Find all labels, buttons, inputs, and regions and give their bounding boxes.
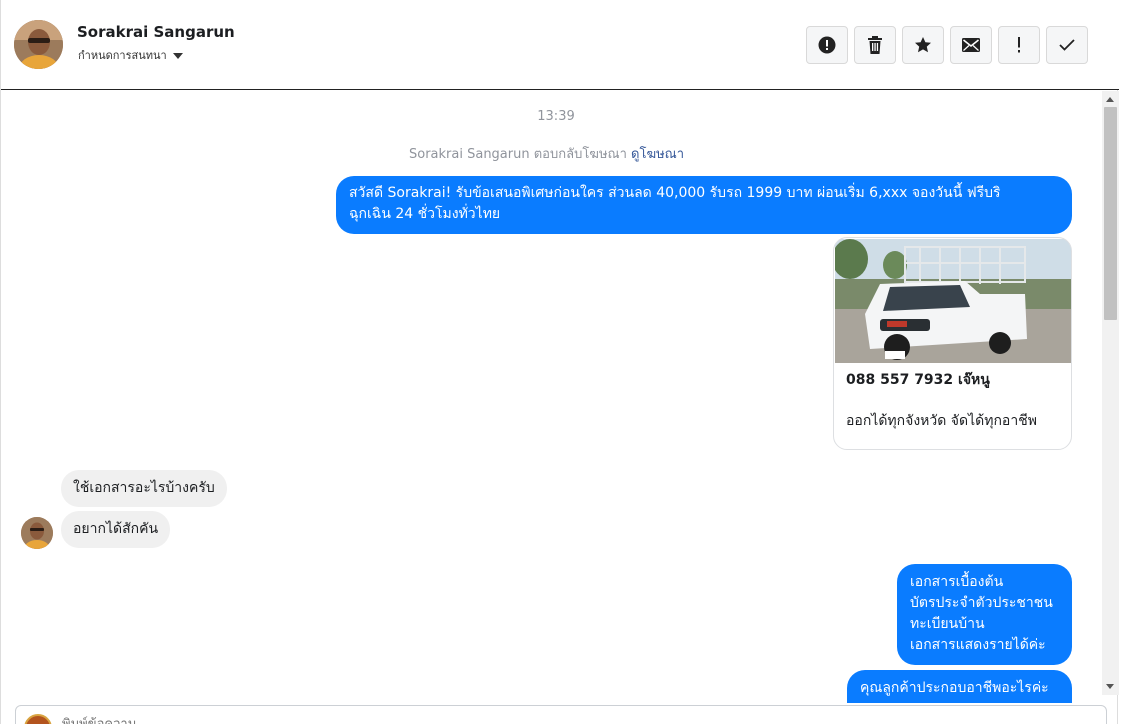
trash-icon [868, 36, 882, 54]
incoming-message[interactable]: อยากได้สักคัน [61, 511, 171, 548]
truck-photo [835, 239, 1071, 363]
header-actions [806, 26, 1088, 64]
incoming-message[interactable]: ใช้เอกสารอะไรบ้างครับ [61, 470, 227, 507]
scroll-up-arrow-icon[interactable] [1106, 97, 1114, 102]
outgoing-message[interactable]: เอกสารเบื้องต้น บัตรประจำตัวประชาชน ทะเบ… [897, 564, 1072, 665]
assign-conversation-dropdown[interactable]: กำหนดการสนทนา [78, 46, 183, 64]
ad-card-title: 088 557 7932 เจ๊หนู [846, 372, 990, 388]
ad-card[interactable]: 088 557 7932 เจ๊หนู ออกได้ทุกจังหวัด จัด… [833, 237, 1072, 450]
caret-down-icon [172, 53, 183, 59]
message-input[interactable] [62, 714, 962, 724]
conversation-window: Sorakrai Sangarun กำหนดการสนทนา 13:39 So… [0, 0, 1119, 724]
star-button[interactable] [902, 26, 944, 64]
mark-done-button[interactable] [1046, 26, 1088, 64]
ad-reply-note: Sorakrai Sangarun ตอบกลับโฆษณา ดูโฆษณา [409, 143, 684, 164]
message-thread[interactable]: 13:39 Sorakrai Sangarun ตอบกลับโฆษณา ดูโ… [1, 91, 1101, 703]
contact-avatar[interactable] [14, 20, 63, 69]
message-line: ฉุกเฉิน 24 ชั่วโมงทั่วไทย [349, 206, 501, 222]
assign-conversation-label: กำหนดการสนทนา [78, 49, 167, 62]
scroll-down-arrow-icon[interactable] [1106, 684, 1114, 689]
follow-up-button[interactable] [998, 26, 1040, 64]
outgoing-message[interactable]: สวัสดี Sorakrai! รับข้อเสนอพิเศษก่อนใคร … [336, 176, 1072, 234]
message-line: บัตรประจำตัวประชาชน [910, 595, 1053, 611]
message-composer [15, 705, 1107, 724]
exclamation-icon [1018, 37, 1020, 53]
page-avatar [24, 714, 52, 724]
message-line: ทะเบียนบ้าน [910, 616, 985, 632]
star-icon [915, 37, 931, 53]
scroll-thumb[interactable] [1104, 107, 1117, 320]
message-line: สวัสดี Sorakrai! รับข้อเสนอพิเศษก่อนใคร … [349, 185, 1001, 201]
ad-reply-text: Sorakrai Sangarun ตอบกลับโฆษณา [409, 147, 627, 162]
report-button[interactable] [806, 26, 848, 64]
envelope-icon [962, 38, 980, 52]
alert-circle-icon [818, 36, 836, 54]
thread-scrollbar[interactable] [1102, 91, 1119, 695]
delete-button[interactable] [854, 26, 896, 64]
contact-name[interactable]: Sorakrai Sangarun [77, 23, 235, 41]
checkmark-icon [1059, 39, 1075, 51]
contact-avatar-small [21, 517, 53, 549]
message-line: เอกสารเบื้องต้น [910, 574, 1004, 590]
message-line: เอกสารแสดงรายได้ค่ะ [910, 637, 1046, 653]
ad-card-description: ออกได้ทุกจังหวัด จัดได้ทุกอาชีพ [846, 413, 1037, 429]
mark-unread-button[interactable] [950, 26, 992, 64]
message-timestamp: 13:39 [537, 109, 575, 124]
view-ad-link[interactable]: ดูโฆษณา [631, 147, 684, 162]
conversation-header: Sorakrai Sangarun กำหนดการสนทนา [1, 0, 1119, 90]
outgoing-message[interactable]: คุณลูกค้าประกอบอาชีพอะไรค่ะ [847, 670, 1072, 703]
